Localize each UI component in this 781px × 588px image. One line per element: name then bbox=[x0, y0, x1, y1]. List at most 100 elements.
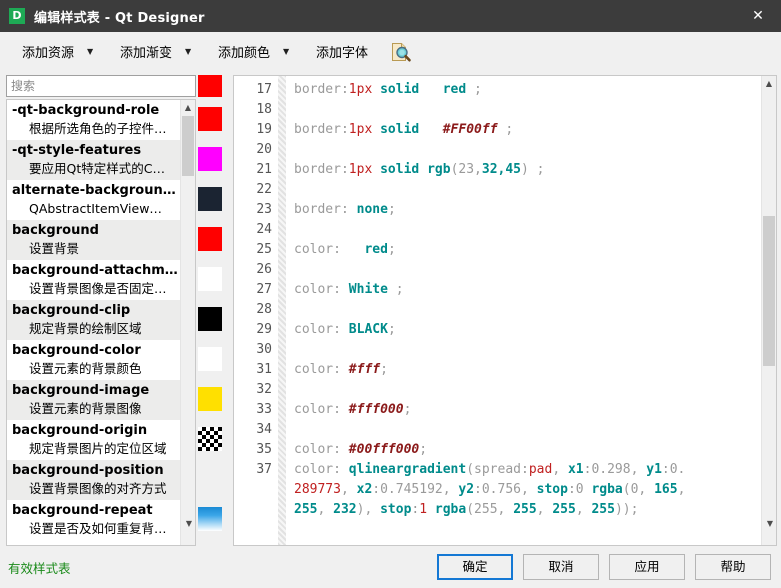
editor-scrollbar[interactable]: ▲ ▼ bbox=[761, 76, 776, 545]
code-token: x2 bbox=[356, 482, 373, 497]
code-token: , bbox=[536, 502, 553, 517]
chevron-down-icon[interactable]: ▼ bbox=[278, 47, 294, 56]
ok-button[interactable]: 确定 bbox=[437, 554, 513, 580]
code-line: border:1px solid #FF00ff ; bbox=[294, 120, 761, 140]
code-token: color: bbox=[294, 402, 349, 417]
code-token: #fff000 bbox=[348, 402, 404, 417]
code-token: ), bbox=[356, 502, 381, 517]
code-line: color: qlineargradient(spread:pad, x1:0.… bbox=[294, 460, 761, 480]
scrollbar-thumb[interactable] bbox=[763, 216, 775, 366]
list-item[interactable]: background-attachm… 设置背景图像是否固定… bbox=[7, 260, 180, 300]
chevron-down-icon[interactable]: ▼ bbox=[180, 47, 196, 56]
property-panel: -qt-background-role 根据所选角色的子控件… -qt-style-… bbox=[6, 72, 229, 546]
code-token: :0. bbox=[661, 462, 686, 477]
search-row-swatch bbox=[198, 75, 222, 97]
code-token: ; bbox=[466, 82, 482, 97]
line-number: 19 bbox=[256, 122, 272, 137]
code-token: , bbox=[317, 502, 334, 517]
search-input[interactable] bbox=[6, 75, 196, 97]
color-swatch bbox=[198, 187, 222, 211]
line-number: 37 bbox=[256, 462, 272, 477]
code-token: ; bbox=[387, 282, 404, 297]
code-token: rgba bbox=[591, 482, 623, 497]
code-token: border: bbox=[294, 82, 349, 97]
add-resource-button[interactable]: 添加资源 ▼ bbox=[16, 38, 104, 66]
cancel-button[interactable]: 取消 bbox=[523, 554, 599, 580]
chevron-down-icon[interactable]: ▼ bbox=[82, 47, 98, 56]
list-item[interactable]: background-color 设置元素的背景颜色 bbox=[7, 340, 180, 380]
status-text: 有效样式表 bbox=[8, 560, 71, 576]
window-title: 编辑样式表 - Qt Designer bbox=[34, 10, 205, 26]
code-token: color: bbox=[294, 242, 365, 257]
code-token: , bbox=[677, 482, 694, 497]
toolbar: 添加资源 ▼ 添加渐变 ▼ 添加颜色 ▼ 添加字体 bbox=[0, 32, 781, 72]
property-description: 设置背景图像的对齐方式 bbox=[29, 481, 167, 496]
code-token: 255 bbox=[513, 502, 537, 517]
add-gradient-button[interactable]: 添加渐变 ▼ bbox=[114, 38, 202, 66]
list-item[interactable]: background-clip 规定背景的绘制区域 bbox=[7, 300, 180, 340]
line-number: 34 bbox=[256, 422, 272, 437]
color-swatch bbox=[198, 427, 222, 451]
code-line: border:1px solid rgb(23,32,45) ; bbox=[294, 160, 761, 180]
list-item[interactable]: background-image 设置元素的背景图像 bbox=[7, 380, 180, 420]
gutter-stripe bbox=[278, 76, 286, 545]
property-list[interactable]: -qt-background-role 根据所选角色的子控件… -qt-style-… bbox=[6, 99, 196, 546]
code-line: color: #00fff000; bbox=[294, 440, 761, 460]
code-token: (0, bbox=[622, 482, 655, 497]
line-number: 17 bbox=[256, 82, 272, 97]
add-font-label: 添加字体 bbox=[316, 46, 369, 61]
list-item[interactable]: background 设置背景 bbox=[7, 220, 180, 260]
list-item[interactable]: alternate-backgroun… QAbstractItemView… bbox=[7, 180, 180, 220]
code-token: :0.756, bbox=[474, 482, 537, 497]
close-icon[interactable]: ✕ bbox=[735, 0, 781, 32]
code-area[interactable]: border: 1px solid red ; border:1px solid … bbox=[286, 76, 761, 545]
code-token: 1px bbox=[348, 162, 373, 177]
add-color-button[interactable]: 添加颜色 ▼ bbox=[212, 38, 300, 66]
line-number: 29 bbox=[256, 322, 272, 337]
list-item[interactable]: background-repeat 设置是否及如何重复背… bbox=[7, 500, 180, 540]
help-button[interactable]: 帮助 bbox=[695, 554, 771, 580]
code-token: color: bbox=[294, 322, 349, 337]
code-token: pad bbox=[528, 462, 553, 477]
code-line: color: White ; bbox=[294, 280, 761, 300]
code-token: solid bbox=[380, 82, 420, 97]
scroll-up-icon[interactable]: ▲ bbox=[762, 76, 776, 91]
code-token: red bbox=[364, 242, 388, 257]
dialog-footer: 有效样式表 确定 取消 应用 帮助 bbox=[0, 546, 781, 588]
property-list-scrollbar[interactable]: ▲ ▼ bbox=[180, 100, 195, 545]
line-number: 27 bbox=[256, 282, 272, 297]
property-name: -qt-background-role bbox=[12, 103, 160, 118]
code-token: 255 bbox=[552, 502, 576, 517]
line-number: 35 bbox=[256, 442, 272, 457]
line-number: 28 bbox=[256, 302, 272, 317]
apply-button[interactable]: 应用 bbox=[609, 554, 685, 580]
stylesheet-editor[interactable]: 17 18 19 20 21 22 23 24 25 26 27 28 29 30 31 32 33 34 35 37… bbox=[233, 75, 777, 546]
code-token: color: bbox=[294, 362, 349, 377]
code-line: 289773, x2:0.745192, y2:0.756, stop:0 rg… bbox=[294, 480, 761, 500]
list-item[interactable]: -qt-background-role 根据所选角色的子控件… bbox=[7, 100, 180, 140]
scroll-up-icon[interactable]: ▲ bbox=[181, 100, 195, 115]
preview-button[interactable] bbox=[386, 38, 416, 66]
code-token: 1 bbox=[419, 502, 428, 517]
code-token: #fff bbox=[348, 362, 381, 377]
code-token: )); bbox=[614, 502, 639, 517]
add-font-button[interactable]: 添加字体 bbox=[310, 38, 374, 66]
search-row bbox=[6, 75, 229, 97]
list-item[interactable]: background-position 设置背景图像的对齐方式 bbox=[7, 460, 180, 500]
main-content: -qt-background-role 根据所选角色的子控件… -qt-style-… bbox=[0, 72, 781, 546]
scroll-down-icon[interactable]: ▼ bbox=[181, 503, 195, 545]
list-item[interactable]: background-origin 规定背景图片的定位区域 bbox=[7, 420, 180, 460]
scroll-down-icon[interactable]: ▼ bbox=[762, 503, 776, 545]
list-item[interactable]: -qt-style-features 要应用Qt特定样式的C… bbox=[7, 140, 180, 180]
code-token: x1 bbox=[567, 462, 584, 477]
color-swatch bbox=[198, 307, 222, 331]
scrollbar-thumb[interactable] bbox=[182, 116, 194, 176]
